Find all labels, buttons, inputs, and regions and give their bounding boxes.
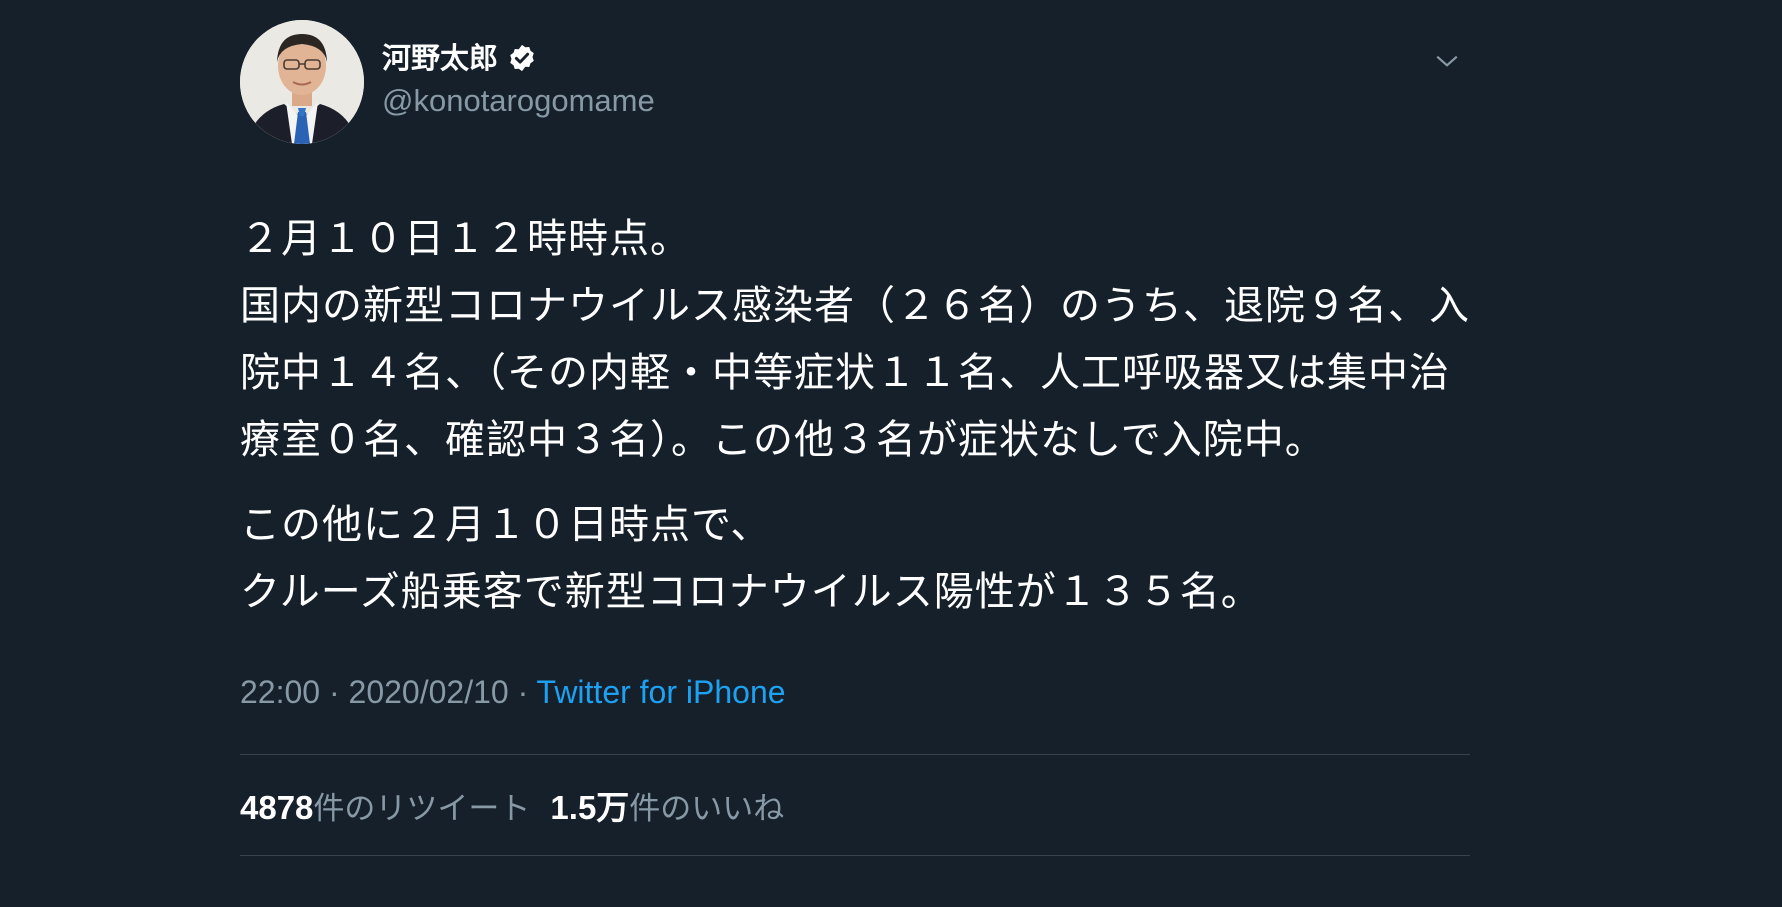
chevron-down-icon[interactable] xyxy=(1434,48,1460,74)
verified-badge-icon xyxy=(510,44,534,72)
tweet-text: ２月１０日１２時時点。 国内の新型コロナウイルス感染者（２６名）のうち、退院９名… xyxy=(240,206,1470,626)
display-name[interactable]: 河野太郎 xyxy=(382,38,498,78)
tweet-paragraph: ２月１０日１２時時点。 国内の新型コロナウイルス感染者（２６名）のうち、退院９名… xyxy=(240,216,1470,463)
tweet-stats: 4878 件のリツイート 1.5万 件のいいね xyxy=(240,755,1470,855)
avatar[interactable] xyxy=(240,20,364,144)
retweets-label: 件のリツイート xyxy=(313,790,531,827)
likes-count: 1.5万 xyxy=(550,789,630,826)
retweets-stat[interactable]: 4878 件のリツイート xyxy=(240,783,530,828)
tweet-meta: 22:00 · 2020/02/10 · Twitter for iPhone xyxy=(240,672,1470,712)
tweet-time[interactable]: 22:00 xyxy=(240,674,320,710)
avatar-image xyxy=(240,20,364,144)
user-handle[interactable]: @konotarogomame xyxy=(382,82,655,120)
retweets-count: 4878 xyxy=(240,788,314,826)
tweet-header: 河野太郎 @konotarogomame xyxy=(240,18,1470,144)
divider xyxy=(240,855,1470,856)
meta-separator: · xyxy=(320,674,349,710)
display-name-row: 河野太郎 xyxy=(382,38,655,78)
tweet-date[interactable]: 2020/02/10 xyxy=(349,674,509,710)
tweet-paragraph: この他に２月１０日時点で、 クルーズ船乗客で新型コロナウイルス陽性が１３５名。 xyxy=(240,502,1262,615)
likes-stat[interactable]: 1.5万 件のいいね xyxy=(550,781,784,829)
tweet: 河野太郎 @konotarogomame ２月１０日１２時時点。 国内の新型コロ… xyxy=(240,18,1470,856)
user-names: 河野太郎 @konotarogomame xyxy=(382,38,655,120)
tweet-source-link[interactable]: Twitter for iPhone xyxy=(537,674,786,710)
likes-label: 件のいいね xyxy=(629,791,785,827)
meta-separator: · xyxy=(508,674,537,710)
